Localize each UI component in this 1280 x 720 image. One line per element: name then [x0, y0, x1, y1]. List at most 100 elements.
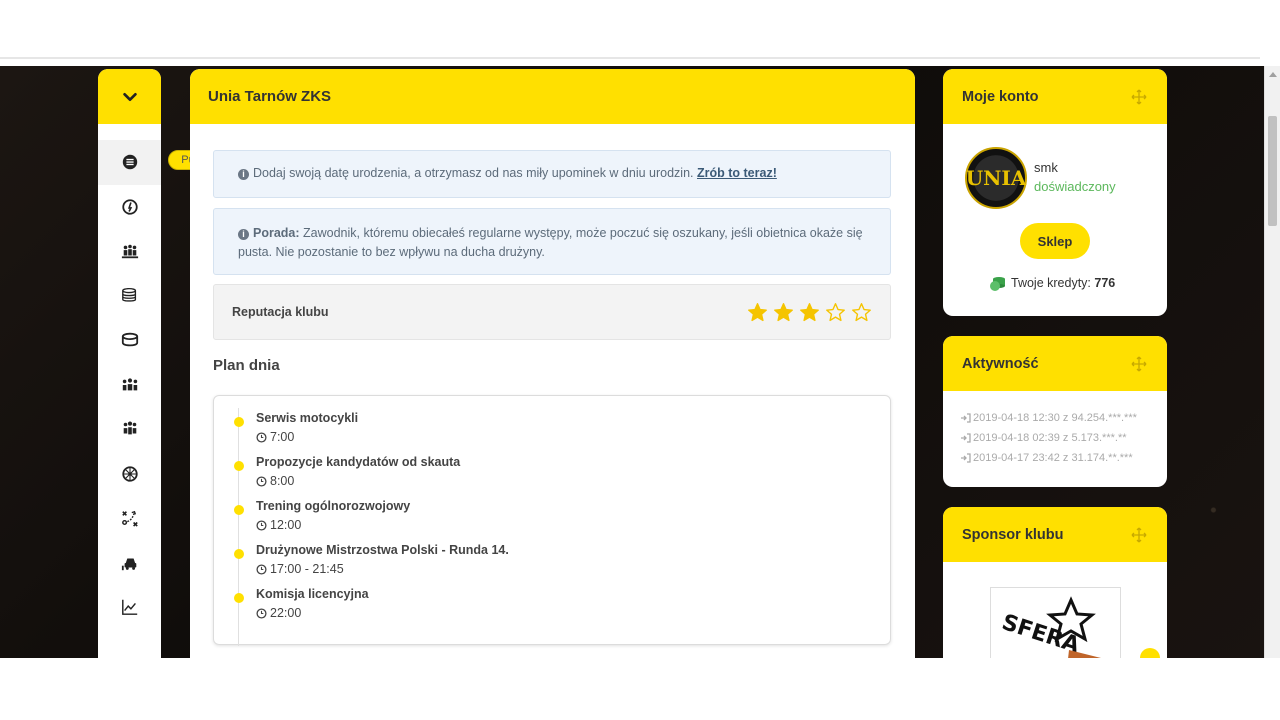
group-icon [123, 421, 136, 435]
speed-icon [121, 199, 138, 215]
sidebar-item-stats[interactable] [98, 585, 161, 630]
sidebar-item-wheel[interactable] [98, 452, 161, 497]
tactics-icon [121, 511, 138, 527]
tip-label: Porada: [253, 226, 300, 240]
scrollbar[interactable] [1264, 66, 1280, 658]
timeline-dot [234, 505, 244, 515]
coins-icon [990, 277, 1005, 291]
account-card: Moje konto UNIA smk doświadczony Sklep T… [943, 69, 1167, 316]
credits-label: Twoje kredyty: [1011, 276, 1091, 290]
move-icon[interactable] [1131, 527, 1147, 543]
account-card-header: Moje konto [943, 69, 1167, 124]
tip-text: Zawodnik, któremu obiecałeś regularne wy… [238, 226, 863, 259]
plan-item-time: 12:00 [256, 518, 301, 532]
scrollbar-thumb[interactable] [1268, 116, 1277, 226]
plan-item: Trening ogólnorozwojowy 12:00 [214, 499, 814, 539]
plan-item-title: Drużynowe Mistrzostwa Polski - Runda 14. [256, 543, 509, 557]
sidebar-item-stadium[interactable] [98, 318, 161, 363]
activity-card-title: Aktywność [962, 355, 1039, 372]
timeline-dot [234, 461, 244, 471]
info-icon: i [238, 229, 249, 240]
plan-item-time-text: 22:00 [270, 606, 302, 620]
sponsor-logo-image: SFERA [999, 596, 1101, 668]
plan-item-time-text: 12:00 [270, 518, 302, 532]
plan-item-time: 7:00 [256, 430, 294, 444]
sponsor-card-header: Sponsor klubu [943, 507, 1167, 562]
sidebar [98, 69, 161, 669]
sidebar-item-speed[interactable] [98, 185, 161, 230]
plan-item: Serwis motocykli 7:00 [214, 411, 814, 451]
activity-row: 2019-04-17 23:42 z 31.174.**.*** [960, 448, 1137, 468]
plan-item-title: Komisja licencyjna [256, 587, 369, 601]
activity-list: 2019-04-18 12:30 z 94.254.***.*** 2019-0… [960, 408, 1137, 468]
sponsor-card: Sponsor klubu SFERA [943, 507, 1167, 677]
info-icon: i [238, 169, 249, 180]
plan-item-time-text: 7:00 [270, 430, 295, 444]
plan-item-title: Trening ogólnorozwojowy [256, 499, 411, 513]
clock-icon [256, 519, 267, 531]
star-filled-icon [774, 302, 793, 321]
plan-item-time-text: 8:00 [270, 474, 295, 488]
stadium-icon [121, 333, 138, 347]
activity-card-header: Aktywność [943, 336, 1167, 391]
people-icon [122, 378, 137, 391]
activity-row-text: 2019-04-18 12:30 z 94.254.***.*** [973, 412, 1137, 424]
sponsor-card-title: Sponsor klubu [962, 526, 1064, 543]
activity-row-text: 2019-04-18 02:39 z 5.173.***.** [973, 432, 1127, 444]
clock-icon [256, 607, 267, 619]
plan-item-time: 22:00 [256, 606, 301, 620]
coins-icon [121, 287, 136, 302]
sidebar-item-staff[interactable] [98, 407, 161, 452]
plan-title: Plan dnia [213, 357, 280, 374]
club-reputation: Reputacja klubu [213, 284, 891, 340]
sponsor-logo[interactable]: SFERA [990, 587, 1121, 669]
activity-card: Aktywność 2019-04-18 12:30 z 94.254.***.… [943, 336, 1167, 487]
sidebar-item-riders[interactable] [98, 363, 161, 408]
credits-value: 776 [1094, 276, 1116, 290]
plan-item: Propozycje kandydatów od skauta 8:00 [214, 455, 814, 495]
browser-top-area [0, 0, 1280, 60]
sidebar-item-garage[interactable] [98, 541, 161, 586]
plan-item-title: Propozycje kandydatów od skauta [256, 455, 461, 469]
chevron-down-icon[interactable] [121, 88, 139, 106]
account-card-title: Moje konto [962, 88, 1039, 105]
team-icon [121, 244, 138, 259]
star-empty-icon [826, 302, 845, 321]
login-icon [961, 413, 971, 423]
plan-item-time-text: 17:00 - 21:45 [270, 562, 344, 576]
divider [0, 57, 1260, 59]
username: smk [1034, 160, 1058, 175]
scroll-up-arrow[interactable] [1269, 72, 1277, 77]
activity-row-text: 2019-04-17 23:42 z 31.174.**.*** [973, 452, 1133, 464]
move-icon[interactable] [1131, 356, 1147, 372]
avatar[interactable]: UNIA [965, 147, 1027, 209]
credits: Twoje kredyty: 776 [989, 274, 1115, 292]
timeline-dot [234, 549, 244, 559]
star-filled-icon [800, 302, 819, 321]
birthday-alert-link[interactable]: Zrób to teraz! [697, 166, 777, 180]
activity-row: 2019-04-18 12:30 z 94.254.***.*** [960, 408, 1137, 428]
birthday-alert-text: Dodaj swoją datę urodzenia, a otrzymasz … [253, 166, 694, 180]
day-plan-timeline: Serwis motocykli 7:00 Propozycje kandyda… [213, 395, 891, 646]
birthday-alert: i Dodaj swoją datę urodzenia, a otrzymasz… [213, 150, 891, 198]
timeline-dot [234, 417, 244, 427]
login-icon [961, 433, 971, 443]
move-icon[interactable] [1131, 89, 1147, 105]
sidebar-toggle[interactable] [98, 69, 161, 124]
shop-button[interactable]: Sklep [1020, 223, 1090, 259]
wheel-icon [121, 466, 138, 482]
clock-icon [256, 431, 267, 443]
garage-icon [121, 558, 136, 570]
main-panel: Unia Tarnów ZKS i Dodaj swoją datę urodze… [190, 69, 915, 669]
sidebar-item-finances[interactable] [98, 274, 161, 319]
sidebar-item-team[interactable] [98, 229, 161, 274]
sidebar-item-dashboard[interactable] [98, 140, 161, 185]
sidebar-item-tactics[interactable] [98, 496, 161, 541]
star-filled-icon [748, 302, 767, 321]
clock-icon [256, 563, 267, 575]
plan-item: Komisja licencyjna 22:00 [214, 587, 814, 627]
list-icon [122, 155, 137, 170]
login-icon [961, 453, 971, 463]
chart-icon [121, 600, 137, 616]
activity-row: 2019-04-18 02:39 z 5.173.***.** [960, 428, 1137, 448]
